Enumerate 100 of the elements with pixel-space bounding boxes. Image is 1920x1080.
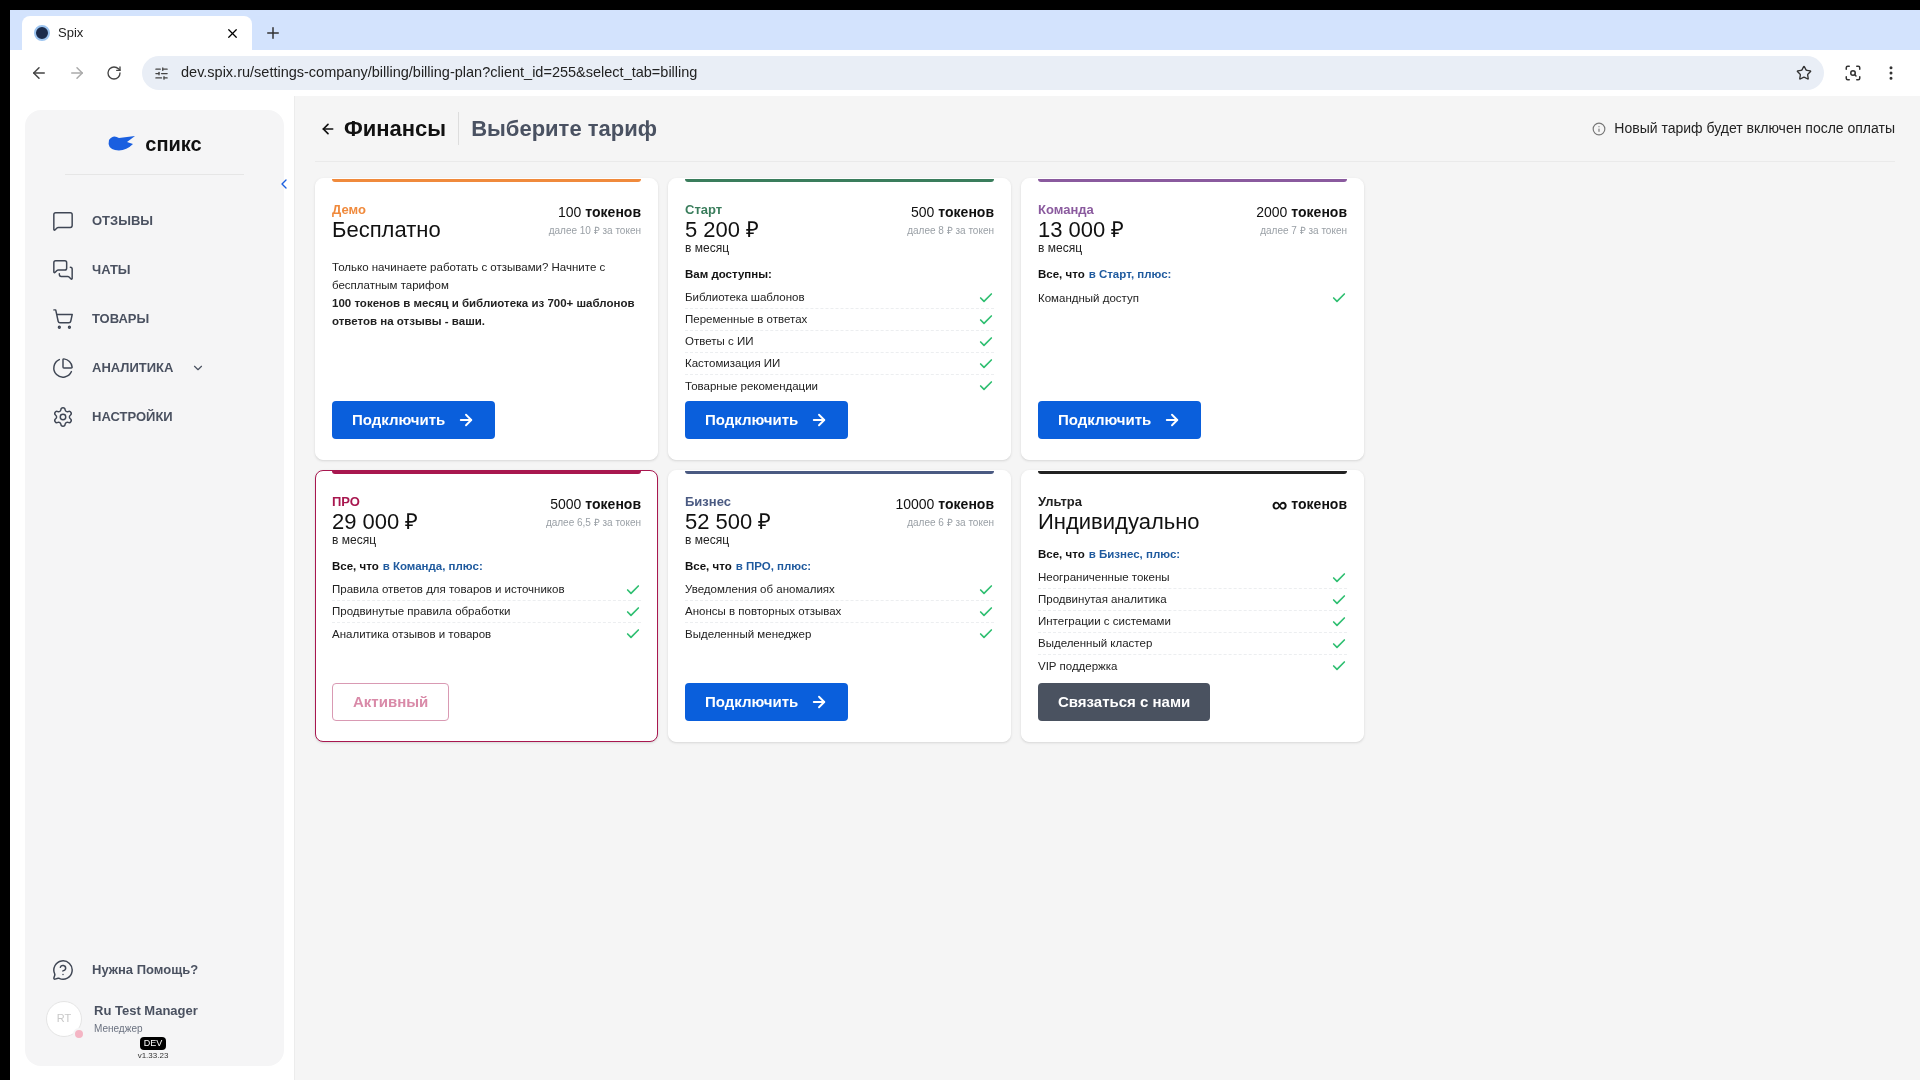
help-icon xyxy=(52,958,74,981)
nav-label: ТОВАРЫ xyxy=(92,310,150,329)
feature-text: Выделенный менеджер xyxy=(685,626,812,642)
plan-name: Бизнес xyxy=(685,494,732,510)
new-tab-icon[interactable] xyxy=(264,24,282,42)
nav-label: НАСТРОЙКИ xyxy=(92,408,173,427)
plan-name: Старт xyxy=(685,202,724,218)
tokens-label: токенов xyxy=(1291,495,1347,514)
url-text: dev.spix.ru/settings-company/billing/billing-plan?client_id=255&select_tab=billing xyxy=(181,63,699,83)
chat-icon xyxy=(52,210,74,232)
plan-price: 5 200 ₽ xyxy=(685,218,760,242)
plan-highlight: 100 токенов в месяц и библиотека из 700+ шаблонов ответов на отзывы - ваши. xyxy=(332,296,636,329)
browser-tab[interactable]: Spix xyxy=(22,16,252,50)
tokens-label: токенов xyxy=(585,495,641,514)
version-text: v1.33.23 xyxy=(137,1050,169,1062)
plan-price: Индивидуально xyxy=(1038,510,1200,534)
feature-text: Уведомления об аномалиях xyxy=(685,582,835,598)
site-favicon-icon xyxy=(34,25,50,41)
plan-name: Демо xyxy=(332,202,367,218)
reload-icon[interactable] xyxy=(106,65,122,81)
features-lead: Все, что xyxy=(1038,267,1085,282)
plan-period: в месяц xyxy=(685,242,730,254)
site-settings-icon[interactable] xyxy=(154,65,169,81)
plan-name: Команда xyxy=(1038,202,1095,218)
per-token-price: далее 6 ₽ за токен xyxy=(907,516,994,530)
per-token-price: далее 6,5 ₽ за токен xyxy=(545,516,641,530)
features-lead: Все, что xyxy=(685,559,732,574)
connect-button[interactable]: Подключить xyxy=(685,683,849,721)
feature-text: Товарные рекомендации xyxy=(685,378,819,394)
nav-item[interactable]: ОТЗЫВЫ xyxy=(52,207,284,235)
feature-text: Выделенный кластер xyxy=(1038,636,1153,652)
plan-period: в месяц xyxy=(685,534,730,546)
token-count: 10000 xyxy=(895,495,935,514)
plan-name: ПРО xyxy=(332,494,361,510)
plan-price: 52 500 ₽ xyxy=(685,510,772,534)
feature-text: Библиотека шаблонов xyxy=(685,290,805,306)
token-count: 2000 xyxy=(1256,203,1288,222)
nav-label: ЧАТЫ xyxy=(92,261,131,280)
back-icon[interactable] xyxy=(30,64,48,82)
features-lead: Вам доступны: xyxy=(685,267,772,282)
env-badge: DEV xyxy=(139,1036,167,1050)
token-count: ∞ xyxy=(1271,496,1288,513)
nav-label: АНАЛИТИКА xyxy=(92,359,174,378)
feature-text: Аналитика отзывов и товаров xyxy=(332,626,492,642)
page-subtitle: Выберите тариф xyxy=(471,115,658,143)
features-lead: Все, что xyxy=(1038,547,1085,562)
feature-text: Продвинутая аналитика xyxy=(1038,592,1167,608)
nav-label: ОТЗЫВЫ xyxy=(92,212,154,231)
plan-description: Только начинаете работать с отзывами? Начните с бесплатным тарифом xyxy=(332,260,607,293)
feature-text: Ответы с ИИ xyxy=(685,334,754,350)
feature-text: Анонсы в повторных отзывах xyxy=(685,604,842,620)
help-item[interactable]: Нужна Помощь? xyxy=(25,958,284,981)
chats-icon xyxy=(52,259,74,281)
token-count: 5000 xyxy=(550,495,582,514)
base-plan-link[interactable]: в ПРО, плюс: xyxy=(735,558,812,576)
per-token-price: далее 10 ₽ за токен xyxy=(548,224,641,238)
plan-name: Ультра xyxy=(1038,494,1083,510)
token-count: 500 xyxy=(911,203,935,222)
feature-text: Правила ответов для товаров и источников xyxy=(332,582,565,598)
nav-item[interactable]: АНАЛИТИКА xyxy=(52,354,284,382)
lens-icon[interactable] xyxy=(1844,64,1862,82)
user-name: Ru Test Manager xyxy=(94,1002,198,1021)
tokens-label: токенов xyxy=(1291,203,1347,222)
settings-icon xyxy=(52,406,74,428)
plan-price: 29 000 ₽ xyxy=(332,510,419,534)
connect-button[interactable]: Подключить xyxy=(685,401,849,439)
per-token-price: далее 7 ₽ за токен xyxy=(1260,224,1347,238)
feature-text: Неограниченные токены xyxy=(1038,570,1170,586)
info-icon xyxy=(1592,121,1607,136)
base-plan-link[interactable]: в Старт, плюс: xyxy=(1088,266,1172,284)
plan-price: 13 000 ₽ xyxy=(1038,218,1125,242)
user-role: Менеджер xyxy=(94,1021,144,1036)
plan-period: в месяц xyxy=(332,534,377,546)
per-token-price: далее 8 ₽ за токен xyxy=(907,224,994,238)
tokens-label: токенов xyxy=(938,203,994,222)
nav-item[interactable]: ЧАТЫ xyxy=(52,256,284,284)
feature-text: Продвинутые правила обработки xyxy=(332,604,511,620)
cart-icon xyxy=(52,308,74,330)
feature-text: Переменные в ответах xyxy=(685,312,808,328)
connect-button[interactable]: Подключить xyxy=(332,401,496,439)
logo-text: спикс xyxy=(145,132,202,157)
tab-title: Spix xyxy=(58,24,85,43)
bookmark-star-icon[interactable] xyxy=(1796,65,1812,81)
tokens-label: токенов xyxy=(938,495,994,514)
nav-item[interactable]: ТОВАРЫ xyxy=(52,305,284,333)
base-plan-link[interactable]: в Команда, плюс: xyxy=(382,558,483,576)
plan-period: в месяц xyxy=(1038,242,1083,254)
feature-text: Командный доступ xyxy=(1038,290,1139,306)
features-lead: Все, что xyxy=(332,559,379,574)
base-plan-link[interactable]: в Бизнес, плюс: xyxy=(1088,546,1181,564)
token-count: 100 xyxy=(558,203,582,222)
contact-button[interactable]: Связаться с нами xyxy=(1038,683,1211,721)
connect-button[interactable]: Подключить xyxy=(1038,401,1202,439)
nav-item[interactable]: НАСТРОЙКИ xyxy=(52,403,284,431)
address-bar[interactable]: dev.spix.ru/settings-company/billing/billing-plan?client_id=255&select_tab=billing xyxy=(142,56,1824,90)
help-label: Нужна Помощь? xyxy=(92,960,199,979)
page-title: Финансы xyxy=(344,112,460,145)
feature-text: VIP поддержка xyxy=(1038,658,1118,674)
notice-text: Новый тариф будет включен после оплаты xyxy=(1614,119,1895,138)
pie-chart-icon xyxy=(52,357,74,379)
